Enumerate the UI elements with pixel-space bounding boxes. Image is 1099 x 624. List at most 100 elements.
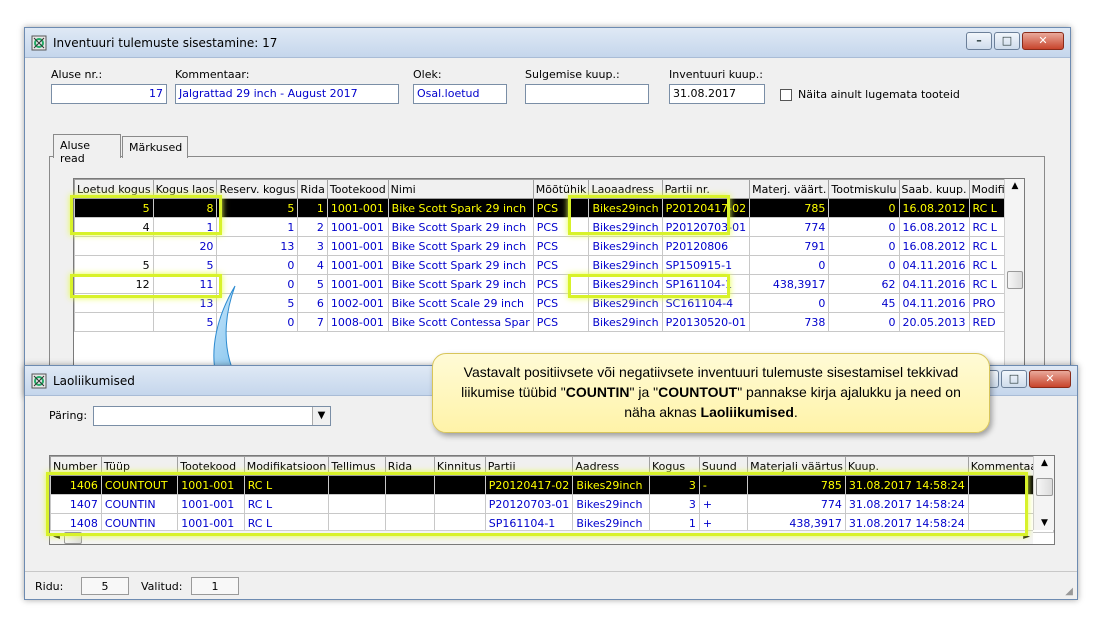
main-grid-header[interactable]: Tootekood [326,179,389,199]
table-cell[interactable]: 1406 [50,475,102,495]
table-cell[interactable]: 1407 [50,494,102,514]
table-cell[interactable]: 2 [297,217,328,237]
table-cell[interactable]: 8 [152,198,218,218]
table-cell[interactable]: 0 [749,255,830,275]
main-grid-header[interactable]: Mõõtühik [532,179,590,199]
table-cell[interactable]: 1 [297,198,328,218]
movements-grid-header[interactable]: Materjali väärtus [747,456,846,476]
table-cell[interactable]: 31.08.2017 14:58:24 [844,475,969,495]
table-cell[interactable]: 1001-001 [177,475,245,495]
movements-grid-header[interactable]: Partii [484,456,574,476]
table-cell[interactable]: 785 [747,475,846,495]
table-cell[interactable]: 04.11.2016 [898,255,970,275]
main-grid-header[interactable]: Nimi [387,179,534,199]
movements-grid-header[interactable]: Modifikatsioon [243,456,330,476]
table-cell[interactable]: Bikes29inch [588,255,663,275]
table-cell[interactable]: 20.05.2013 [898,312,970,332]
main-grid-vscrollbar[interactable]: ▲ [1004,179,1024,377]
table-cell[interactable] [433,494,486,514]
table-cell[interactable]: P20120417-02 [661,198,751,218]
minimize-button[interactable]: – [966,32,992,50]
table-cell[interactable]: Bike Scott Spark 29 inch [387,198,534,218]
table-cell[interactable]: 31.08.2017 14:58:24 [844,494,969,514]
table-cell[interactable] [433,475,486,495]
table-cell[interactable]: 16.08.2012 [898,217,970,237]
table-cell[interactable]: P20120806 [661,236,751,256]
table-row[interactable]: 4 1 1 2 1001-001 Bike Scott Spark 29 inch PCS B… [74,217,1024,237]
table-cell[interactable]: PCS [532,236,590,256]
table-cell[interactable]: SP161104-1 [661,274,751,294]
table-cell[interactable] [328,475,386,495]
table-cell[interactable]: RC L [243,475,330,495]
table-cell[interactable]: 1002-001 [326,293,389,313]
main-grid-header[interactable]: Saab. kuup. [898,179,970,199]
table-cell[interactable]: 5 [152,255,218,275]
table-cell[interactable] [328,494,386,514]
table-cell[interactable]: 1001-001 [326,274,389,294]
maximize-button[interactable]: □ [1001,370,1027,388]
table-cell[interactable]: PCS [532,217,590,237]
unread-only-checkbox[interactable] [780,89,792,101]
table-cell[interactable]: PCS [532,255,590,275]
table-cell[interactable]: 791 [749,236,830,256]
main-grid-header[interactable]: Materj. väärt. [749,179,830,199]
table-cell[interactable]: 5 [74,255,154,275]
table-row[interactable]: 1406 COUNTOUT 1001-001 RC L P20120417-02 Bike… [50,475,1054,495]
main-grid-header[interactable]: Kogus laos [152,179,218,199]
table-cell[interactable] [384,475,435,495]
table-cell[interactable]: 45 [828,293,900,313]
table-cell[interactable]: 1001-001 [177,494,245,514]
table-cell[interactable]: Bikes29inch [572,494,650,514]
table-cell[interactable]: 738 [749,312,830,332]
table-cell[interactable]: PCS [532,274,590,294]
movements-grid-header[interactable]: Kinnitus [433,456,486,476]
table-cell[interactable]: 04.11.2016 [898,274,970,294]
table-cell[interactable]: 0 [216,255,299,275]
table-cell[interactable]: Bikes29inch [588,293,663,313]
table-cell[interactable]: 5 [216,198,299,218]
main-grid-header[interactable]: Reserv. kogus [216,179,299,199]
table-cell[interactable]: 0 [828,312,900,332]
table-cell[interactable]: 1 [216,217,299,237]
inventory-date-field[interactable]: 31.08.2017 [669,84,765,104]
table-cell[interactable]: 5 [74,198,154,218]
main-grid-scroll-thumb[interactable] [1007,271,1023,289]
sub-grid-scroll-thumb[interactable] [1036,478,1053,496]
table-cell[interactable]: 1001-001 [326,198,389,218]
table-row[interactable]: 20 13 3 1001-001 Bike Scott Spark 29 inch PCS… [74,236,1024,256]
table-cell[interactable]: RC L [243,494,330,514]
movements-grid-header[interactable]: Number [50,456,102,476]
main-grid-header[interactable]: Tootmiskulu [828,179,900,199]
table-cell[interactable]: COUNTIN [100,494,179,514]
stock-movements-grid[interactable]: Number Tüüp Tootekood Modifikatsioon Tellimu… [49,455,1055,545]
table-cell[interactable]: 0 [828,255,900,275]
movements-grid-header[interactable]: Suund [698,456,749,476]
table-cell[interactable]: Bike Scott Spark 29 inch [387,217,534,237]
table-cell[interactable]: 12 [74,274,154,294]
close-button[interactable]: ✕ [1022,32,1064,50]
table-cell[interactable] [74,236,154,256]
table-cell[interactable]: 774 [749,217,830,237]
table-cell[interactable]: + [698,494,749,514]
table-cell[interactable]: 774 [747,494,846,514]
table-cell[interactable]: 1001-001 [326,217,389,237]
table-cell[interactable]: 13 [216,236,299,256]
table-cell[interactable]: 4 [74,217,154,237]
scroll-down-icon[interactable]: ▼ [1034,518,1054,528]
table-cell[interactable]: Bikes29inch [588,312,663,332]
table-cell[interactable]: Bikes29inch [572,475,650,495]
movements-grid-header[interactable]: Kogus [648,456,700,476]
table-cell[interactable]: PCS [532,198,590,218]
scroll-up-icon[interactable]: ▲ [1034,458,1054,468]
table-cell[interactable]: 1001-001 [326,236,389,256]
movements-grid-header[interactable]: Tüüp [100,456,179,476]
table-cell[interactable]: Bike Scott Spark 29 inch [387,255,534,275]
main-grid-header[interactable]: Loetud kogus [74,179,154,199]
table-cell[interactable]: 0 [828,198,900,218]
table-cell[interactable]: 785 [749,198,830,218]
table-cell[interactable]: 1008-001 [326,312,389,332]
table-cell[interactable]: 1 [152,217,218,237]
scroll-up-icon[interactable]: ▲ [1005,181,1024,191]
movements-grid-header[interactable]: Rida [384,456,435,476]
scroll-right-icon[interactable]: ► [1023,532,1030,542]
